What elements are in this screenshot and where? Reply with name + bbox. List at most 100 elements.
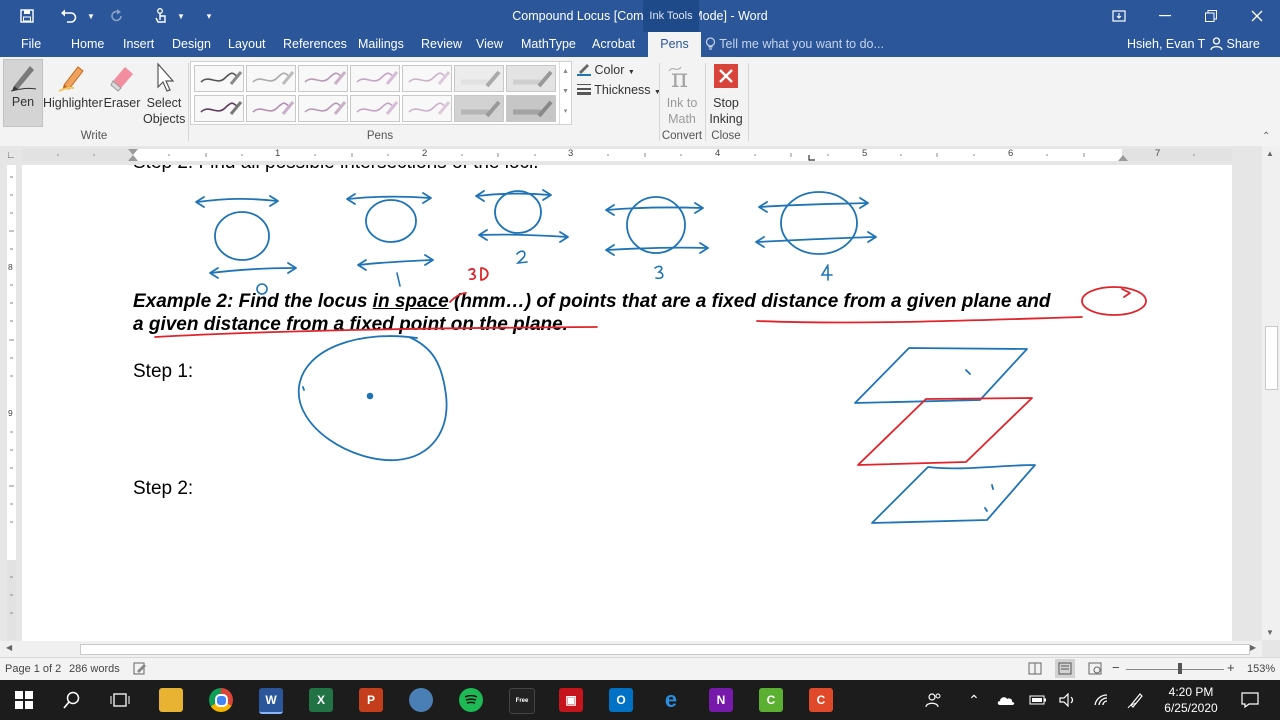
wifi-icon[interactable]	[1090, 688, 1114, 712]
people-icon[interactable]	[922, 688, 946, 712]
word-count[interactable]: 286 words	[69, 663, 120, 675]
file-explorer-icon[interactable]	[159, 688, 183, 712]
volume-icon[interactable]	[1056, 688, 1080, 712]
tab-acrobat[interactable]: Acrobat	[584, 32, 643, 57]
task-view-icon[interactable]	[108, 688, 132, 712]
pen-preset-3[interactable]	[298, 65, 348, 92]
zoom-out-icon[interactable]: −	[1112, 660, 1120, 675]
document-page[interactable]: Step 2: Find all possible intersections …	[22, 165, 1232, 641]
excel-icon[interactable]: X	[309, 688, 333, 712]
stop-inking-button[interactable]: Stop Inking	[707, 61, 745, 127]
chevron-up-icon[interactable]: ⌃	[962, 688, 986, 712]
camtasia-icon[interactable]: C	[759, 688, 783, 712]
share-button[interactable]: Share	[1210, 32, 1260, 57]
remote-app-icon[interactable]	[409, 688, 433, 712]
tab-review[interactable]: Review	[413, 32, 470, 57]
tab-insert[interactable]: Insert	[115, 32, 162, 57]
tab-selector-icon[interactable]: ∟	[6, 150, 16, 161]
system-clock[interactable]: 4:20 PM 6/25/2020	[1156, 684, 1226, 716]
vertical-scroll-thumb[interactable]	[1265, 326, 1278, 390]
onenote-icon[interactable]: N	[709, 688, 733, 712]
pen-preset-5[interactable]	[402, 65, 452, 92]
pen-preset-13[interactable]	[454, 95, 504, 122]
scroll-right-icon[interactable]: ▶	[1250, 643, 1256, 652]
collapse-ribbon-icon[interactable]: ⌃	[1262, 131, 1270, 142]
snagit-icon[interactable]: C	[809, 688, 833, 712]
vertical-ruler-track[interactable]: 8 9	[7, 165, 16, 640]
tab-home[interactable]: Home	[63, 32, 112, 57]
horizontal-scrollbar[interactable]: ◀ ▶	[0, 641, 1262, 657]
pen-preset-2[interactable]	[246, 65, 296, 92]
close-icon[interactable]	[1234, 0, 1280, 32]
tab-pens[interactable]: Pens	[648, 32, 701, 57]
scroll-left-icon[interactable]: ◀	[6, 643, 12, 652]
zoom-slider[interactable]	[1126, 669, 1224, 670]
pen-preset-11[interactable]	[350, 95, 400, 122]
ink-to-math-button[interactable]: π Ink to Math	[662, 61, 702, 127]
print-layout-icon[interactable]	[1055, 659, 1075, 678]
word-icon[interactable]: W	[259, 688, 283, 714]
pen-preset-8[interactable]	[194, 95, 244, 122]
tab-file[interactable]: File	[13, 32, 49, 57]
edge-icon[interactable]: e	[659, 687, 683, 712]
restore-icon[interactable]	[1188, 0, 1234, 32]
tab-mailings[interactable]: Mailings	[350, 32, 412, 57]
minimize-icon[interactable]	[1142, 0, 1188, 32]
ribbon-display-icon[interactable]	[1096, 0, 1142, 32]
eraser-button[interactable]: Eraser	[103, 61, 141, 111]
tell-me-text: Tell me what you want to do...	[719, 37, 884, 51]
thickness-button[interactable]: Thickness ▼	[577, 83, 661, 97]
vruler-number: 8	[8, 262, 13, 272]
pen-workspace-icon[interactable]	[1124, 688, 1148, 712]
windows-start-icon[interactable]	[12, 688, 36, 712]
ruler-track[interactable]: 1 2 3 4 5 6 7	[22, 148, 1232, 161]
pen-preset-1[interactable]	[194, 65, 244, 92]
tab-view[interactable]: View	[468, 32, 511, 57]
gallery-scroll[interactable]: ▲ ▼ ▾	[559, 62, 571, 124]
pen-preset-9[interactable]	[246, 95, 296, 122]
pen-preset-12[interactable]	[402, 95, 452, 122]
select-objects-button[interactable]: Select Objects	[143, 61, 185, 127]
page-count[interactable]: Page 1 of 2	[5, 663, 61, 675]
pen-preset-4[interactable]	[350, 65, 400, 92]
live-tv-icon[interactable]: ▣	[559, 688, 583, 712]
pen-preset-7[interactable]	[506, 65, 556, 92]
chrome-icon[interactable]	[209, 688, 233, 712]
tab-mathtype[interactable]: MathType	[513, 32, 584, 57]
battery-icon[interactable]	[1026, 688, 1050, 712]
pen-preset-6[interactable]	[454, 65, 504, 92]
highlighter-button[interactable]: Highlighter	[43, 61, 103, 111]
vertical-scrollbar[interactable]: ▲ ▼	[1262, 146, 1280, 640]
color-button[interactable]: Color ▼	[577, 62, 635, 77]
pen-label: Pen	[11, 95, 35, 109]
zoom-in-icon[interactable]: +	[1227, 660, 1235, 675]
proofing-icon[interactable]	[133, 662, 147, 678]
powerpoint-icon[interactable]: P	[359, 688, 383, 712]
free-movies-icon[interactable]: Free	[509, 688, 535, 714]
web-layout-icon[interactable]	[1088, 662, 1102, 678]
search-icon[interactable]	[60, 688, 84, 712]
spotify-icon[interactable]	[459, 688, 483, 712]
underline-fixed-distance	[756, 316, 1083, 324]
tell-me-search[interactable]: Tell me what you want to do...	[705, 32, 884, 57]
tab-references[interactable]: References	[275, 32, 355, 57]
read-mode-icon[interactable]	[1028, 662, 1042, 678]
select-cursor-icon	[143, 61, 185, 93]
scroll-down-icon[interactable]: ▼	[1266, 628, 1274, 637]
horizontal-scroll-thumb[interactable]	[80, 644, 1250, 655]
zoom-level[interactable]: 153%	[1247, 663, 1275, 675]
pen-preset-14[interactable]	[506, 95, 556, 122]
clock-date: 6/25/2020	[1164, 701, 1218, 715]
onedrive-icon[interactable]	[994, 688, 1018, 712]
outlook-icon[interactable]: O	[609, 688, 633, 712]
pen-button[interactable]: Pen	[3, 59, 43, 127]
action-center-icon[interactable]	[1238, 688, 1262, 712]
scroll-up-icon[interactable]: ▲	[1266, 149, 1274, 158]
user-name[interactable]: Hsieh, Evan T	[1127, 32, 1205, 57]
tab-layout[interactable]: Layout	[220, 32, 274, 57]
zoom-slider-thumb[interactable]	[1178, 663, 1182, 674]
convert-group-label: Convert	[661, 130, 703, 142]
tab-design[interactable]: Design	[164, 32, 219, 57]
pen-preset-10[interactable]	[298, 95, 348, 122]
ink-drawing-layer[interactable]	[22, 165, 1232, 641]
